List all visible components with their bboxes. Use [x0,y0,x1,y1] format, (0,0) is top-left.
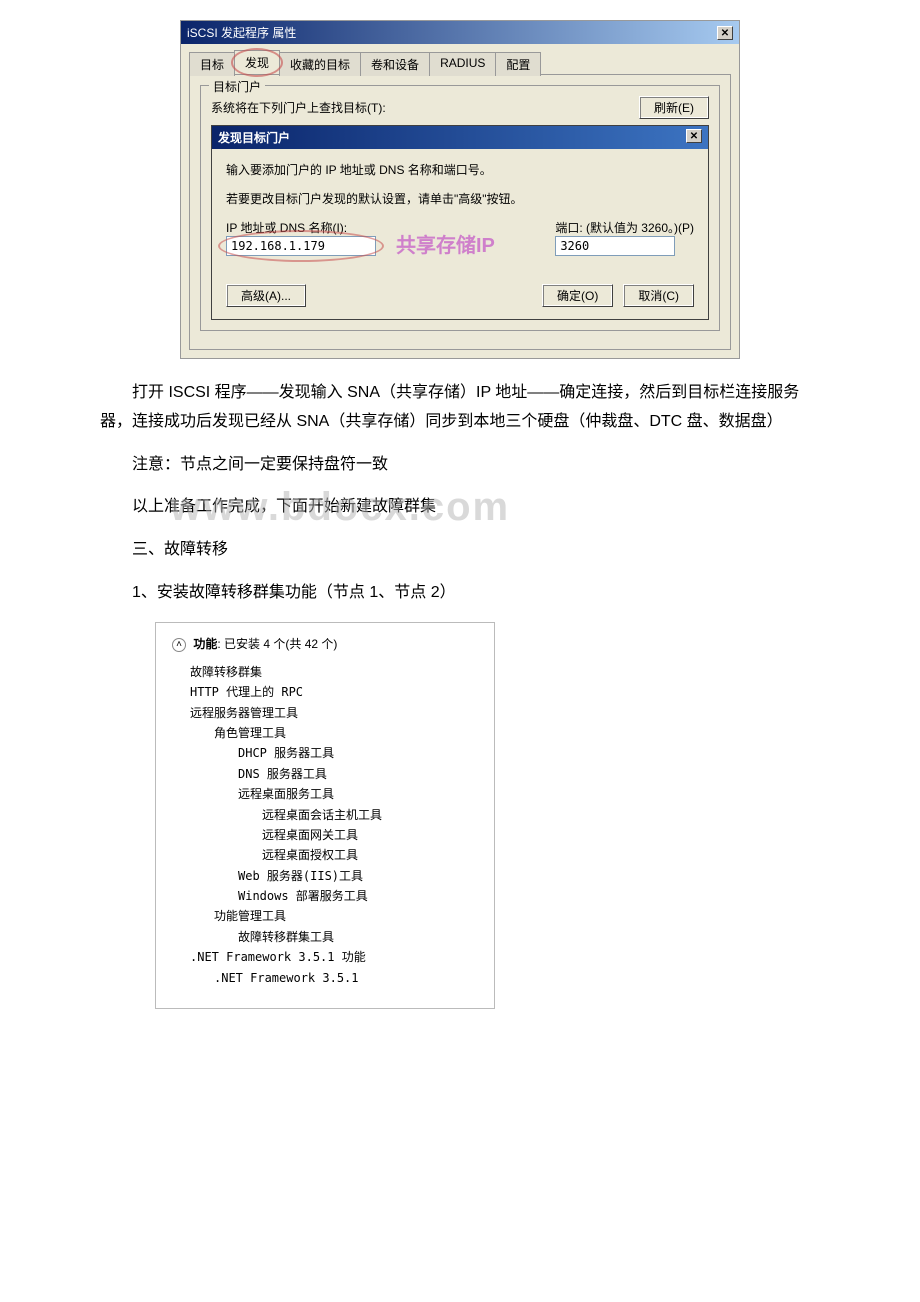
tab-favorites[interactable]: 收藏的目标 [279,52,361,76]
close-icon[interactable]: ✕ [686,129,702,143]
ip-label: IP 地址或 DNS 名称(I): [226,219,376,236]
dialog-titlebar: iSCSI 发起程序 属性 ✕ [181,21,739,44]
features-panel: ˄ 功能: 已安装 4 个(共 42 个) 故障转移群集HTTP 代理上的 RP… [155,622,495,1009]
feature-item: .NET Framework 3.5.1 功能 [190,947,478,967]
feature-item: 功能管理工具 [214,906,478,926]
ip-input[interactable] [226,236,376,256]
feature-item: 远程桌面授权工具 [262,845,478,865]
hint-text-1: 输入要添加门户的 IP 地址或 DNS 名称和端口号。 [226,161,694,178]
inner-dialog-title: 发现目标门户 [218,129,290,146]
iscsi-properties-dialog: iSCSI 发起程序 属性 ✕ 目标 发现 收藏的目标 卷和设备 RADIUS … [180,20,740,359]
search-label: 系统将在下列门户上查找目标(T): [211,99,386,116]
portal-legend: 目标门户 [209,78,265,95]
advanced-button[interactable]: 高级(A)... [226,284,306,307]
feature-item: DHCP 服务器工具 [238,743,478,763]
paragraph-2: 以上准备工作完成，下面开始新建故障群集 [100,493,820,522]
port-label: 端口: (默认值为 3260。)(P) [555,219,694,236]
feature-item: Web 服务器(IIS)工具 [238,866,478,886]
heading-3: 三、故障转移 [100,536,820,565]
feature-item: 故障转移群集工具 [238,927,478,947]
annotation-watermark: 共享存储IP [396,229,495,258]
tab-target[interactable]: 目标 [189,52,235,76]
feature-item: Windows 部署服务工具 [238,886,478,906]
chevron-up-icon[interactable]: ˄ [172,638,186,652]
feature-item: 远程桌面网关工具 [262,825,478,845]
hint-text-2: 若要更改目标门户发现的默认设置，请单击"高级"按钮。 [226,190,694,207]
step-1: 1、安装故障转移群集功能（节点 1、节点 2） [100,579,820,608]
ok-button[interactable]: 确定(O) [542,284,613,307]
feature-item: 远程桌面会话主机工具 [262,805,478,825]
features-header-rest: : 已安装 4 个(共 42 个) [217,637,337,651]
refresh-button[interactable]: 刷新(E) [639,96,709,119]
cancel-button[interactable]: 取消(C) [623,284,694,307]
discover-portal-dialog: 发现目标门户 ✕ 输入要添加门户的 IP 地址或 DNS 名称和端口号。 若要更… [211,125,709,320]
tab-panel: 目标门户 系统将在下列门户上查找目标(T): 刷新(E) 发现目标门户 ✕ 输入… [189,74,731,350]
tab-strip: 目标 发现 收藏的目标 卷和设备 RADIUS 配置 [181,44,739,74]
feature-item: 角色管理工具 [214,723,478,743]
feature-item: DNS 服务器工具 [238,764,478,784]
close-icon[interactable]: ✕ [717,26,733,40]
note-text: 注意：节点之间一定要保持盘符一致 [100,451,820,480]
feature-item: HTTP 代理上的 RPC [190,682,478,702]
tab-discover[interactable]: 发现 [234,50,280,74]
tab-radius[interactable]: RADIUS [429,52,496,76]
tab-volumes[interactable]: 卷和设备 [360,52,430,76]
features-header-bold: 功能 [193,637,217,651]
tab-config[interactable]: 配置 [495,52,541,76]
feature-item: 故障转移群集 [190,662,478,682]
inner-dialog-titlebar: 发现目标门户 ✕ [212,126,708,149]
dialog-title: iSCSI 发起程序 属性 [187,24,296,41]
port-input[interactable] [555,236,675,256]
paragraph-1: 打开 ISCSI 程序——发现输入 SNA（共享存储）IP 地址——确定连接，然… [100,379,820,437]
features-list: 故障转移群集HTTP 代理上的 RPC远程服务器管理工具角色管理工具DHCP 服… [190,662,478,988]
feature-item: 远程桌面服务工具 [238,784,478,804]
feature-item: .NET Framework 3.5.1 [214,968,478,988]
features-header: ˄ 功能: 已安装 4 个(共 42 个) [172,635,478,652]
feature-item: 远程服务器管理工具 [190,703,478,723]
portal-fieldset: 目标门户 系统将在下列门户上查找目标(T): 刷新(E) 发现目标门户 ✕ 输入… [200,85,720,331]
